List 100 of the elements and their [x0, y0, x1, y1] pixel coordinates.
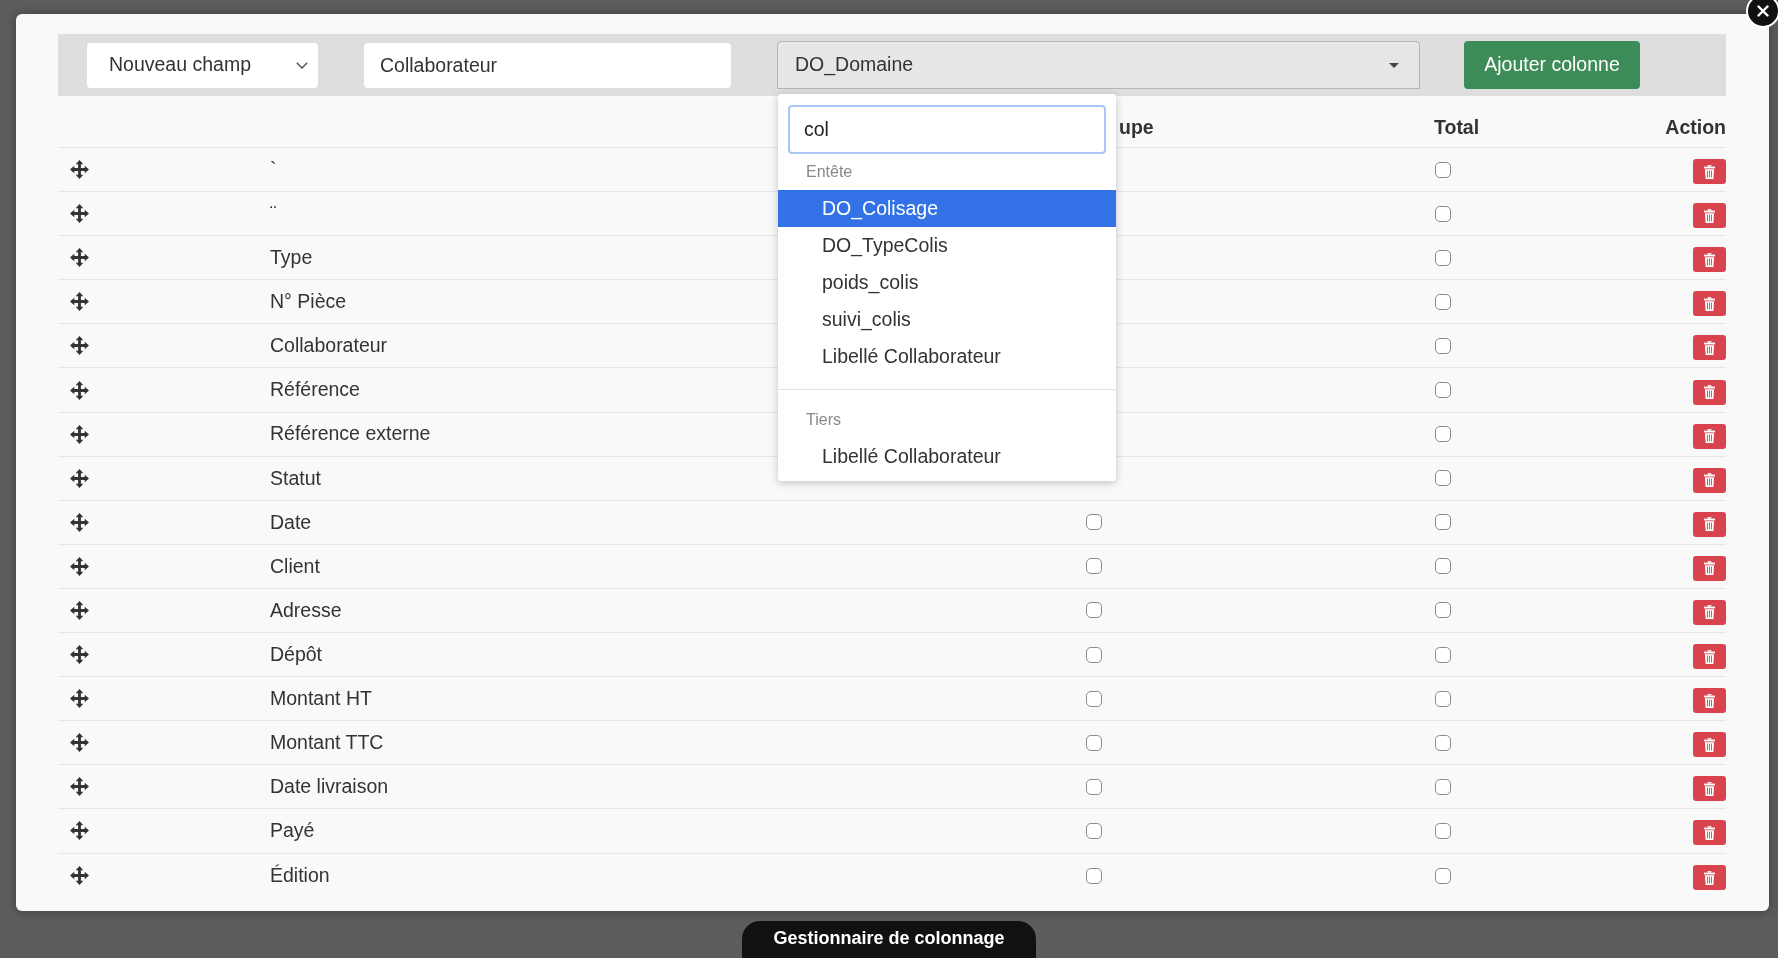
dropdown-option[interactable]: DO_Colisage: [778, 190, 1116, 227]
checkbox[interactable]: [1435, 161, 1451, 178]
delete-button[interactable]: [1693, 291, 1726, 317]
trash-icon: [1704, 517, 1715, 532]
row-label: ¨: [270, 202, 277, 224]
source-select[interactable]: DO_Domaine: [777, 41, 1420, 89]
group-label: Entête: [805, 162, 854, 182]
search-field[interactable]: col: [788, 105, 1106, 154]
dropdown-option[interactable]: Libellé Collaborateur: [778, 338, 1116, 375]
checkbox[interactable]: [1435, 293, 1451, 310]
checkbox[interactable]: [1086, 690, 1102, 707]
move-arrows-icon[interactable]: [70, 689, 89, 709]
checkbox[interactable]: [1086, 602, 1102, 619]
delete-button[interactable]: [1693, 555, 1726, 581]
dropdown-option[interactable]: suivi_colis: [778, 301, 1116, 338]
trash-icon: [1704, 605, 1715, 620]
delete-button[interactable]: [1693, 776, 1726, 802]
checkbox[interactable]: [1435, 822, 1451, 839]
row-label: Date livraison: [270, 775, 389, 798]
checkbox[interactable]: [1086, 514, 1102, 531]
delete-button[interactable]: [1693, 600, 1726, 625]
checkbox[interactable]: [1086, 734, 1102, 751]
delete-button[interactable]: [1693, 335, 1726, 361]
move-arrows-icon[interactable]: [70, 204, 89, 224]
checkbox[interactable]: [1435, 470, 1451, 487]
move-arrows-icon[interactable]: [70, 556, 89, 576]
add-column-button[interactable]: Ajouter colonne: [1464, 41, 1640, 89]
row-label: Client: [270, 554, 320, 577]
checkbox[interactable]: [1435, 426, 1451, 443]
move-arrows-icon[interactable]: [70, 512, 89, 532]
delete-button[interactable]: [1693, 423, 1726, 449]
column-manager-tab[interactable]: Gestionnaire de colonnage: [742, 921, 1036, 958]
row-label: Dépôt: [270, 642, 323, 665]
checkbox[interactable]: [1435, 646, 1451, 663]
row-label: Statut: [270, 466, 321, 489]
column-header: Total: [1434, 115, 1480, 138]
move-arrows-icon[interactable]: [70, 866, 89, 886]
row-label: Type: [270, 246, 313, 269]
checkbox[interactable]: [1086, 646, 1102, 663]
trash-icon: [1704, 208, 1715, 223]
move-arrows-icon[interactable]: [70, 601, 89, 620]
close-button[interactable]: [1746, 0, 1778, 28]
dropdown-option[interactable]: poids_colis: [778, 264, 1116, 301]
row-label: Date: [270, 510, 312, 533]
trash-icon: [1704, 693, 1715, 708]
dropdown-option[interactable]: Libellé Collaborateur: [778, 438, 1116, 475]
trash-icon: [1704, 340, 1715, 355]
checkbox[interactable]: [1435, 602, 1451, 619]
checkbox[interactable]: [1435, 867, 1451, 884]
delete-button[interactable]: [1693, 865, 1726, 891]
label-input[interactable]: Collaborateur: [364, 42, 731, 88]
delete-button[interactable]: [1693, 511, 1726, 537]
row-label: Montant TTC: [270, 731, 384, 754]
trash-icon: [1704, 385, 1715, 399]
dropdown-option[interactable]: DO_TypeColis: [778, 227, 1116, 264]
checkbox[interactable]: [1435, 382, 1451, 398]
move-arrows-icon[interactable]: [70, 248, 89, 268]
move-arrows-icon[interactable]: [70, 645, 89, 665]
close-icon: [1757, 5, 1769, 17]
trash-icon: [1704, 429, 1715, 444]
column-header: Action: [1665, 115, 1726, 138]
checkbox[interactable]: [1435, 558, 1451, 575]
field-type-select[interactable]: Nouveau champ: [87, 42, 318, 88]
move-arrows-icon[interactable]: [70, 336, 89, 356]
checkbox[interactable]: [1086, 822, 1102, 839]
delete-button[interactable]: [1693, 644, 1726, 670]
trash-icon: [1704, 473, 1715, 488]
row-label: `: [270, 157, 277, 180]
trash-icon: [1704, 561, 1715, 576]
delete-button[interactable]: [1693, 379, 1726, 405]
checkbox[interactable]: [1435, 337, 1451, 354]
checkbox[interactable]: [1435, 514, 1451, 531]
delete-button[interactable]: [1693, 467, 1726, 493]
checkbox[interactable]: [1435, 734, 1451, 751]
delete-button[interactable]: [1693, 688, 1726, 714]
chevron-icon: [296, 61, 308, 69]
checkbox[interactable]: [1435, 249, 1451, 266]
checkbox[interactable]: [1086, 558, 1102, 575]
delete-button[interactable]: [1693, 247, 1726, 273]
checkbox[interactable]: [1086, 778, 1102, 795]
group-label: Tiers: [805, 410, 842, 430]
checkbox[interactable]: [1086, 867, 1102, 884]
checkbox[interactable]: [1435, 690, 1451, 707]
move-arrows-icon[interactable]: [70, 160, 89, 180]
delete-button[interactable]: [1693, 820, 1726, 846]
move-arrows-icon[interactable]: [70, 424, 89, 444]
row-label: Montant HT: [270, 687, 372, 710]
move-arrows-icon[interactable]: [70, 777, 89, 797]
row-label: Collaborateur: [270, 334, 388, 357]
move-arrows-icon[interactable]: [70, 380, 89, 400]
move-arrows-icon[interactable]: [70, 821, 89, 841]
move-arrows-icon[interactable]: [70, 733, 89, 753]
delete-button[interactable]: [1693, 159, 1726, 185]
checkbox[interactable]: [1435, 205, 1451, 222]
move-arrows-icon[interactable]: [70, 468, 89, 488]
delete-button[interactable]: [1693, 732, 1726, 758]
checkbox[interactable]: [1435, 778, 1451, 795]
move-arrows-icon[interactable]: [70, 292, 89, 312]
delete-button[interactable]: [1693, 203, 1726, 229]
column-header: upe: [1119, 115, 1154, 138]
